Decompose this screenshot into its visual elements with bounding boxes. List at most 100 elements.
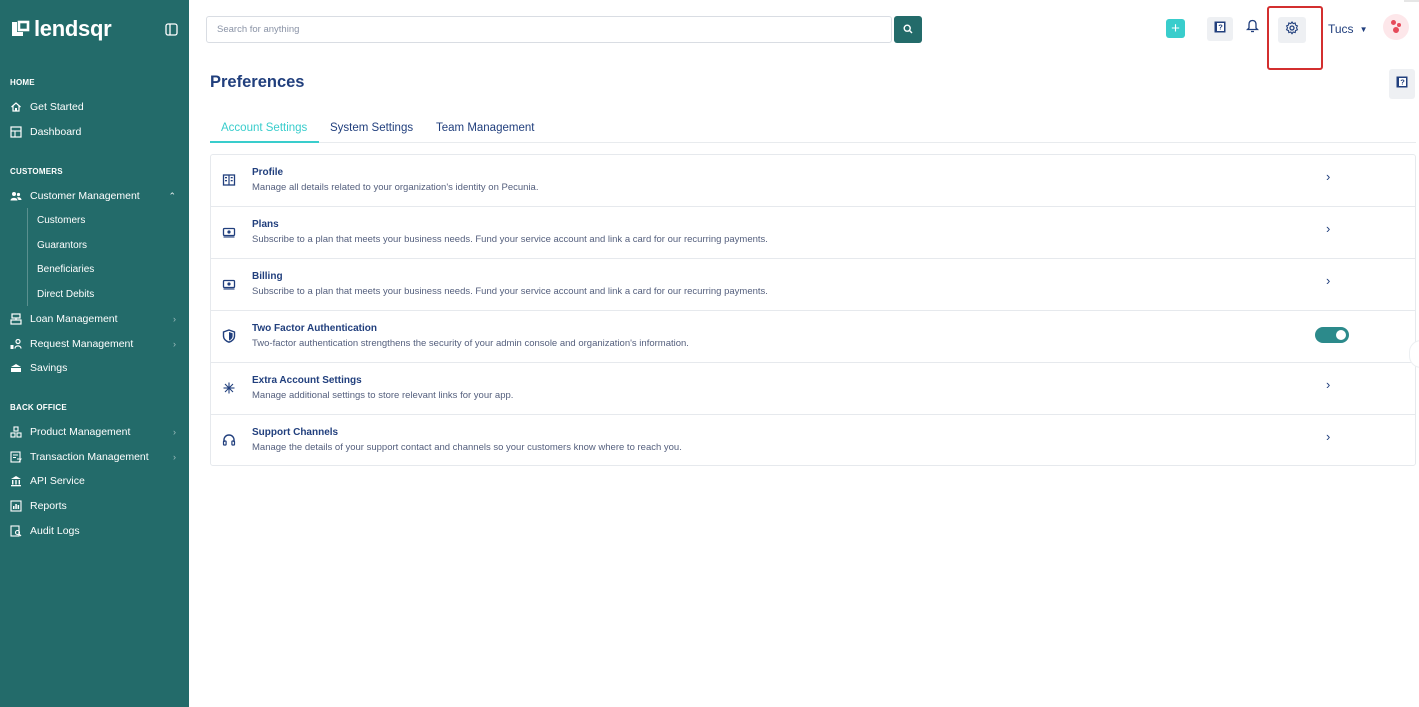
section-title-customers: CUSTOMERS [10,167,63,176]
caret-down-icon: ▼ [1359,24,1368,34]
settings-button[interactable] [1278,17,1306,43]
help-icon: ? [1396,75,1408,93]
app-root: lendsqr HOME Get Started Dashboard CUSTO… [0,0,1419,707]
section-title-back-office: BACK OFFICE [10,403,67,412]
sidebar-item-reports[interactable]: Reports [10,496,182,516]
setting-description: Manage the details of your support conta… [252,442,682,453]
chevron-right-icon: › [173,452,176,462]
shield-icon [221,328,237,344]
brand-logo[interactable]: lendsqr [10,15,112,43]
sidebar-subitem-customers[interactable]: Customers [37,215,85,226]
setting-description: Two-factor authentication strengthens th… [252,338,689,349]
sidebar-item-label: Get Started [30,101,84,113]
two-factor-toggle[interactable] [1315,327,1349,343]
user-name: Tucs [1328,22,1354,36]
settings-row-plans[interactable]: Plans Subscribe to a plan that meets you… [211,207,1415,259]
tab-team-management[interactable]: Team Management [436,122,534,134]
bell-icon [1245,19,1259,38]
setting-description: Manage additional settings to store rele… [252,390,514,401]
sidebar-collapse-icon[interactable] [165,23,178,36]
add-button[interactable]: + [1166,19,1185,38]
sidebar-item-label: Dashboard [30,126,82,138]
setting-title: Support Channels [252,427,339,438]
help-icon: ? [1214,20,1226,38]
sidebar-item-api-service[interactable]: API Service [10,471,182,491]
topbar: + ? Tucs ▼ [189,0,1419,70]
headset-icon [221,432,237,448]
active-tab-indicator [210,141,319,143]
page-title: Preferences [210,73,305,91]
sidebar-item-product-management[interactable]: Product Management › [10,422,182,442]
sidebar-item-loan-management[interactable]: Loan Management › [10,309,182,329]
money-icon [221,276,237,292]
money-icon [221,224,237,240]
settings-row-billing[interactable]: Billing Subscribe to a plan that meets y… [211,259,1415,311]
sidebar-item-label: Customer Management [30,190,140,202]
setting-description: Subscribe to a plan that meets your busi… [252,286,768,297]
product-icon [10,426,22,438]
sidebar-subitem-guarantors[interactable]: Guarantors [37,240,87,251]
tab-system-settings[interactable]: System Settings [330,122,413,134]
savings-icon [10,362,22,374]
sidebar-item-label: Reports [30,500,67,512]
sidebar-item-transaction-management[interactable]: Transaction Management › [10,447,182,467]
setting-description: Manage all details related to your organ… [252,182,539,193]
help-button[interactable]: ? [1207,17,1233,41]
sidebar-item-label: Transaction Management [30,451,149,463]
sidebar-item-label: API Service [30,475,85,487]
brand-name: lendsqr [34,16,112,41]
setting-title: Profile [252,167,284,178]
search-icon [903,21,913,39]
sidebar-subitem-beneficiaries[interactable]: Beneficiaries [37,264,94,275]
sidebar-subitem-direct-debits[interactable]: Direct Debits [37,289,94,300]
settings-row-extra-account-settings[interactable]: Extra Account Settings Manage additional… [211,363,1415,415]
sidebar-item-label: Loan Management [30,313,118,325]
section-title-home: HOME [10,78,35,87]
building-icon [221,172,237,188]
users-icon [10,190,22,202]
chevron-right-icon[interactable]: › [1326,429,1330,444]
search-button[interactable] [894,16,922,43]
sidebar-item-dashboard[interactable]: Dashboard [10,122,182,142]
sidebar-item-request-management[interactable]: Request Management › [10,334,182,354]
home-icon [10,101,22,113]
page-help-button[interactable]: ? [1389,69,1415,99]
settings-network-icon [221,380,237,396]
top-edge-line [1404,0,1419,2]
sidebar-item-label: Audit Logs [30,525,80,537]
user-menu[interactable]: Tucs ▼ [1328,22,1367,36]
sidebar-item-savings[interactable]: Savings [10,358,182,378]
notifications-button[interactable] [1244,19,1260,37]
chevron-right-icon[interactable]: › [1326,273,1330,288]
chevron-right-icon: › [173,427,176,437]
chevron-up-icon: ⌃ [168,191,176,201]
sidebar-item-label: Product Management [30,426,131,438]
bank-icon [10,475,22,487]
chevron-right-icon: › [173,314,176,324]
setting-title: Two Factor Authentication [252,323,377,334]
sidebar-item-label: Savings [30,362,68,374]
chevron-right-icon[interactable]: › [1326,377,1330,392]
sidebar: lendsqr HOME Get Started Dashboard CUSTO… [0,0,189,707]
chevron-right-icon[interactable]: › [1326,169,1330,184]
submenu-rail [27,208,28,306]
lendsqr-logo-icon [10,19,30,39]
dashboard-icon [10,126,22,138]
audit-icon [10,525,22,537]
svg-text:?: ? [1218,23,1223,32]
sidebar-item-audit-logs[interactable]: Audit Logs [10,521,182,541]
settings-row-support-channels[interactable]: Support Channels Manage the details of y… [211,415,1415,467]
setting-title: Plans [252,219,279,230]
chevron-right-icon[interactable]: › [1326,221,1330,236]
tab-account-settings[interactable]: Account Settings [221,122,307,134]
setting-description: Subscribe to a plan that meets your busi… [252,234,768,245]
settings-tabs: Account Settings System Settings Team Ma… [210,118,1416,143]
sidebar-item-label: Request Management [30,338,134,350]
toggle-knob [1336,330,1346,340]
reports-icon [10,500,22,512]
sidebar-item-get-started[interactable]: Get Started [10,97,182,117]
avatar[interactable] [1383,14,1409,40]
sidebar-item-customer-management[interactable]: Customer Management ⌃ [10,186,182,206]
settings-row-profile[interactable]: Profile Manage all details related to yo… [211,155,1415,207]
search-input[interactable] [206,16,892,43]
